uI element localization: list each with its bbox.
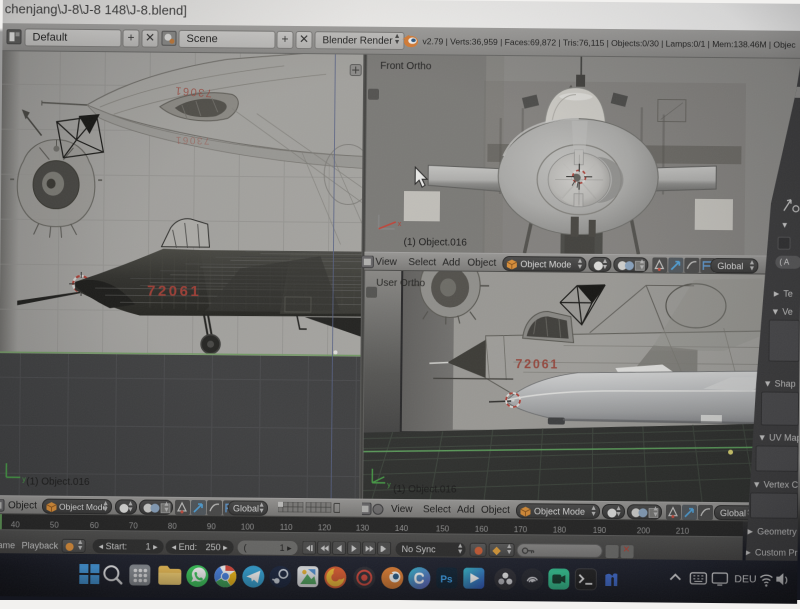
svg-text:x: x <box>398 221 402 228</box>
svg-text:Ps: Ps <box>440 574 453 585</box>
svg-text:73061: 73061 <box>174 134 210 146</box>
svg-text:72061: 72061 <box>147 283 201 301</box>
svg-text:Front Ortho: Front Ortho <box>380 61 432 72</box>
svg-text:DEU: DEU <box>734 573 756 585</box>
svg-text:User Ortho: User Ortho <box>376 278 425 289</box>
svg-text:(1) Object.016: (1) Object.016 <box>26 476 90 488</box>
svg-text:(1) Object.016: (1) Object.016 <box>403 237 467 249</box>
svg-text:(1) Object.016: (1) Object.016 <box>393 484 457 496</box>
svg-text:72061: 72061 <box>515 357 559 371</box>
svg-text:y: y <box>387 482 391 489</box>
